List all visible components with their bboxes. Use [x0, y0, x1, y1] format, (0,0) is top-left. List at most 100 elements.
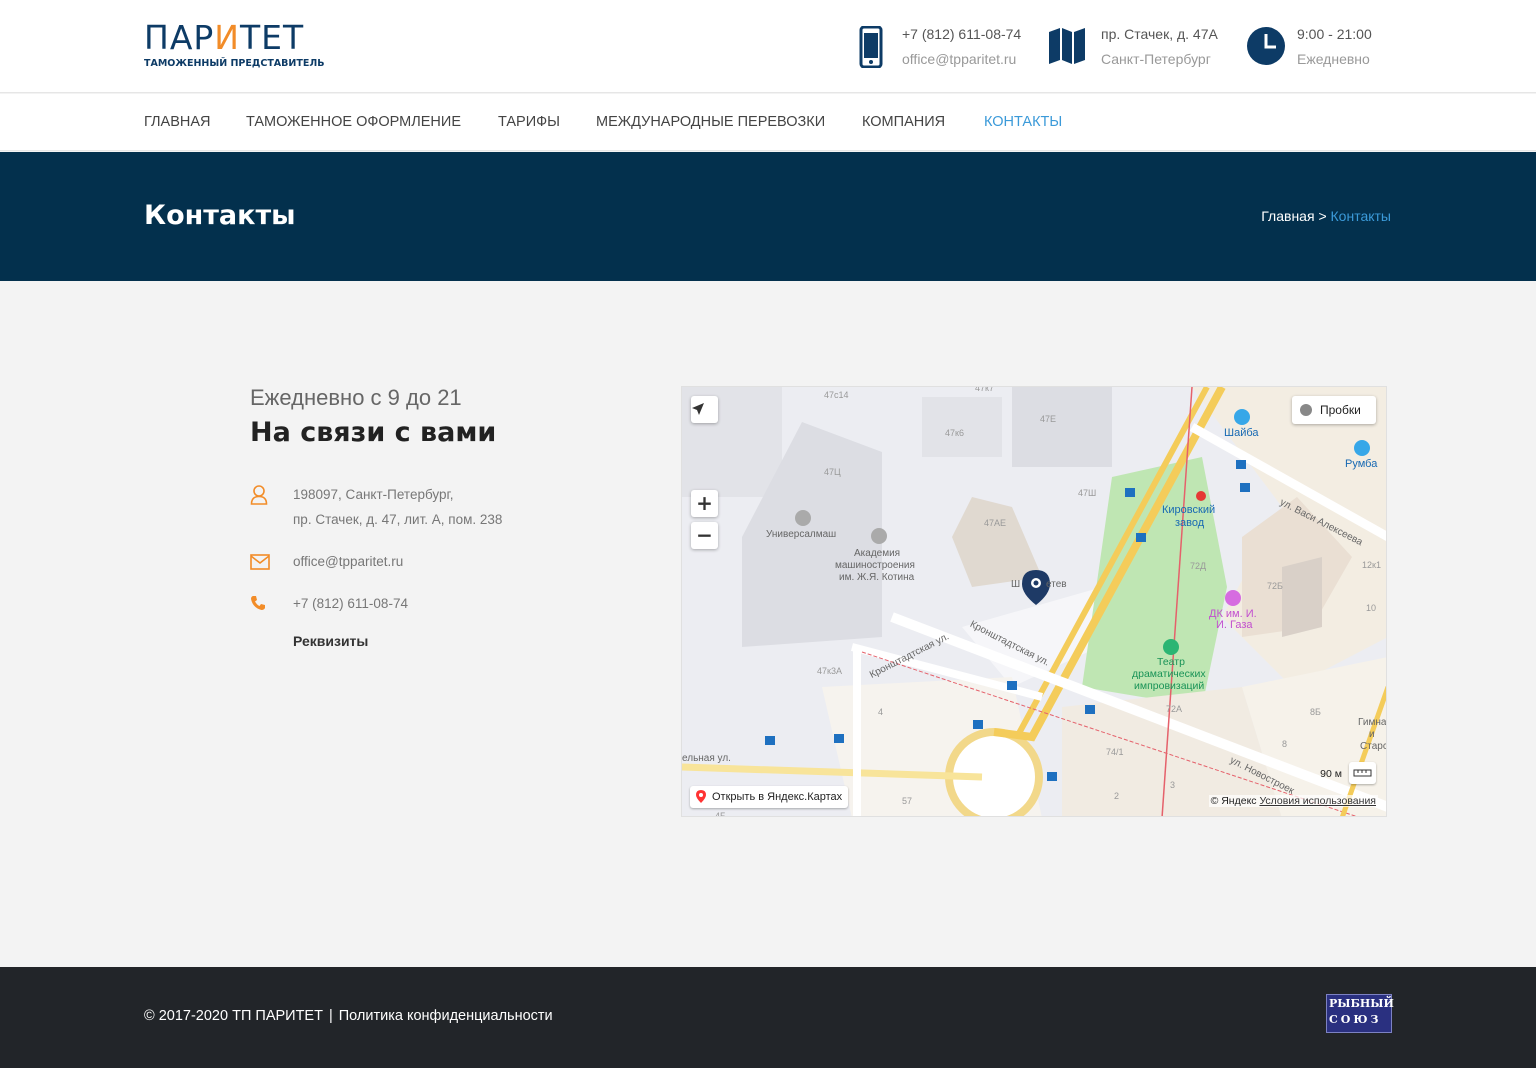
map-building-label: 8Б — [1310, 707, 1321, 717]
breadcrumb-current: Контакты — [1330, 208, 1391, 224]
map-building-label: 47Е — [1040, 414, 1057, 424]
map-poi-label: Театр — [1157, 656, 1185, 668]
contact-address-line1: 198097, Санкт-Петербург, — [293, 487, 454, 502]
map-building-label: 47с14 — [824, 390, 849, 400]
phone-icon — [859, 26, 883, 68]
ruler-icon — [1353, 769, 1372, 777]
map-building-label: 72Б — [1267, 581, 1283, 591]
main-nav: ГЛАВНАЯ ТАМОЖЕННОЕ ОФОРМЛЕНИЕ ТАРИФЫ МЕЖ… — [0, 94, 1536, 151]
geolocation-button[interactable] — [691, 396, 718, 423]
map-terms-link[interactable]: Условия использования — [1259, 795, 1376, 807]
contact-address-row: 198097, Санкт-Петербург, пр. Стачек, д. … — [250, 482, 610, 532]
partner-logo[interactable]: РЫБНЫЙ СОЮЗ — [1326, 994, 1394, 1033]
mail-icon — [250, 554, 270, 570]
user-pin-icon — [250, 485, 268, 505]
navigation-arrow-icon — [692, 403, 704, 415]
open-in-yandex-maps-button[interactable]: Открыть в Яндекс.Картах — [690, 786, 849, 808]
map-poi-label: Шайба — [1224, 427, 1259, 439]
map-building-label: 47к7 — [975, 386, 994, 393]
traffic-icon — [1300, 404, 1312, 416]
map-building-label: 2 — [1114, 791, 1120, 801]
yandex-map[interactable]: 47с14 47к7 47Е 47к6 47Ц 47Ш 47АЕ 47к3А 7… — [681, 386, 1387, 817]
header-hours: 9:00 - 21:00 — [1297, 26, 1372, 42]
clock-icon — [1247, 27, 1285, 65]
map-place-label: етев — [1046, 579, 1067, 590]
zoom-in-button[interactable]: + — [691, 490, 718, 517]
map-metro-label: завод — [1175, 517, 1205, 529]
footer-text: © 2017-2020 ТП ПАРИТЕТ | Политика конфиден… — [144, 1008, 553, 1024]
logo-wordmark: ПАРИТЕТ — [144, 18, 305, 57]
footer-copyright: © 2017-2020 ТП ПАРИТЕТ — [144, 1008, 323, 1024]
map-poi-label: Старс — [1360, 741, 1387, 752]
breadcrumb: Главная > Контакты — [1261, 208, 1391, 224]
map-pin-icon — [696, 790, 706, 803]
header-hours-note: Ежедневно — [1297, 51, 1370, 67]
nav-item-home[interactable]: ГЛАВНАЯ — [144, 114, 211, 130]
nav-item-company[interactable]: КОМПАНИЯ — [862, 114, 945, 130]
contact-subtitle: Ежедневно с 9 до 21 — [250, 385, 462, 410]
map-building-label: 72Д — [1190, 561, 1207, 571]
breadcrumb-separator: > — [1318, 208, 1327, 224]
map-copyright: © Яндекс Условия использования — [1208, 795, 1378, 807]
zoom-out-button[interactable]: − — [691, 522, 718, 549]
map-building-label: 47Ц — [824, 467, 841, 477]
nav-item-transport[interactable]: МЕЖДУНАРОДНЫЕ ПЕРЕВОЗКИ — [596, 114, 825, 130]
contact-phone-row: +7 (812) 611-08-74 — [250, 591, 610, 616]
map-poi-label: Академия — [854, 548, 901, 559]
footer-separator: | — [328, 1008, 333, 1024]
page-banner: Контакты Главная > Контакты — [0, 152, 1536, 281]
header-phone-block: +7 (812) 611-08-74 office@tpparitet.ru — [859, 24, 1034, 70]
map-icon — [1049, 28, 1085, 64]
privacy-policy-link[interactable]: Политика конфиденциальности — [339, 1008, 553, 1024]
map-building-label: 8 — [1282, 739, 1288, 749]
map-building-label: 47АЕ — [984, 518, 1007, 528]
partner-logo-text-2: СОЮЗ — [1329, 1013, 1382, 1026]
map-building-label: 47к6 — [945, 428, 964, 438]
map-poi-label: драматических — [1132, 668, 1206, 680]
map-building-label: 3 — [1170, 780, 1176, 790]
map-building-label: 12к1 — [1362, 560, 1381, 570]
map-poi-label: Гимна — [1358, 717, 1387, 728]
map-place-label: Ш — [1011, 579, 1021, 590]
header-address-line2: Санкт-Петербург — [1101, 51, 1211, 67]
site-logo[interactable]: ПАРИТЕТ ТАМОЖЕННЫЙ ПРЕДСТАВИТЕЛЬ — [144, 18, 324, 76]
map-street-label: ельная ул. — [682, 753, 731, 764]
map-scale: 90 м — [1320, 768, 1342, 780]
ruler-button[interactable] — [1349, 762, 1376, 784]
traffic-button[interactable]: Пробки — [1292, 396, 1376, 424]
header-email[interactable]: office@tpparitet.ru — [902, 51, 1016, 67]
map-poi-label: машиностроения — [835, 560, 915, 571]
map-poi-label: Румба — [1345, 458, 1378, 470]
header-address-block: пр. Стачек, д. 47А Санкт-Петербург — [1048, 24, 1228, 70]
header-bar: ПАРИТЕТ ТАМОЖЕННЫЙ ПРЕДСТАВИТЕЛЬ +7 (812… — [0, 0, 1536, 93]
map-poi-label: импровизаций — [1134, 680, 1205, 692]
map-poi-label: Универсалмаш — [766, 529, 837, 540]
requisites-link[interactable]: Реквизиты — [293, 633, 368, 649]
map-building-label: 74/1 — [1106, 747, 1124, 757]
map-building-label: 47к3А — [817, 666, 842, 676]
nav-item-customs[interactable]: ТАМОЖЕННОЕ ОФОРМЛЕНИЕ — [246, 114, 461, 130]
page-title: Контакты — [144, 200, 296, 231]
contact-email-row: office@tpparitet.ru — [250, 549, 610, 574]
header-phone[interactable]: +7 (812) 611-08-74 — [902, 26, 1021, 42]
nav-item-contacts[interactable]: КОНТАКТЫ — [984, 114, 1062, 130]
partner-logo-text-1: РЫБНЫЙ — [1329, 997, 1394, 1010]
open-in-yandex-maps-label: Открыть в Яндекс.Картах — [712, 791, 843, 803]
contact-email[interactable]: office@tpparitet.ru — [293, 549, 403, 574]
nav-item-tariffs[interactable]: ТАРИФЫ — [498, 114, 560, 130]
map-poi-label: и — [1369, 729, 1375, 740]
map-poi-label: им. Ж.Я. Котина — [839, 572, 915, 583]
map-building-label: 4 — [878, 707, 884, 717]
breadcrumb-home[interactable]: Главная — [1261, 208, 1314, 224]
map-building-label: 47Ш — [1078, 488, 1097, 498]
map-building-label: 72А — [1166, 704, 1183, 714]
map-building-label: 10 — [1366, 603, 1377, 613]
traffic-label: Пробки — [1320, 403, 1361, 417]
phone-icon — [251, 596, 265, 610]
map-poi-label: И. Газа — [1216, 619, 1253, 631]
map-building-label: 57 — [902, 796, 913, 806]
map-canvas[interactable] — [682, 387, 1387, 817]
contact-address-line2: пр. Стачек, д. 47, лит. А, пом. 238 — [293, 512, 503, 527]
contact-phone[interactable]: +7 (812) 611-08-74 — [293, 591, 408, 616]
contact-block: Ежедневно с 9 до 21 На связи с вами 1980… — [250, 385, 610, 649]
